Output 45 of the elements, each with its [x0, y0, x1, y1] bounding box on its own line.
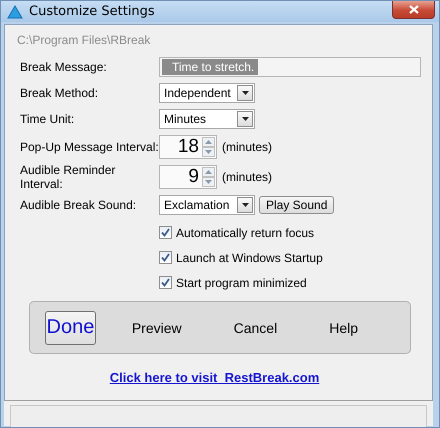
dropdown-button[interactable]: [237, 197, 253, 213]
up-arrow-icon: [205, 140, 212, 144]
close-icon: [408, 5, 418, 14]
window-title: Customize Settings: [29, 4, 155, 19]
spin-down-button[interactable]: [202, 177, 215, 187]
field-label: Audible Reminder Interval:: [19, 163, 116, 191]
checkbox-label: Launch at Windows Startup: [176, 250, 323, 264]
text-button[interactable]: Cancel: [234, 320, 278, 336]
done-button[interactable]: Done: [45, 310, 96, 344]
field-value: Time to stretch.: [162, 59, 258, 75]
dropdown-button[interactable]: [237, 111, 253, 127]
field-label: Audible Break Sound:: [19, 198, 138, 212]
field-label: Pop-Up Message Interval:: [19, 140, 159, 154]
down-arrow-icon: [205, 180, 212, 184]
dropdown[interactable]: Exclamation: [159, 195, 255, 215]
dropdown[interactable]: Independent: [159, 83, 255, 103]
unit-label: (minutes): [222, 140, 272, 154]
unit-label: (minutes): [222, 170, 272, 184]
up-arrow-icon: [205, 170, 212, 174]
spin-up-button[interactable]: [202, 167, 215, 177]
field-label: Time Unit:: [19, 112, 76, 126]
website-link[interactable]: Click here to visit RestBreak.com: [110, 370, 320, 385]
number-field[interactable]: 18: [159, 135, 217, 159]
caret-icon: [242, 117, 248, 121]
text-button[interactable]: Help: [329, 320, 358, 336]
spin-up-button[interactable]: [202, 137, 215, 147]
checkbox-label: Start program minimized: [176, 276, 307, 290]
dropdown-button[interactable]: [237, 85, 253, 101]
path-text: C:\Program Files\RBreak: [17, 33, 152, 49]
field-label: Break Method:: [19, 86, 100, 100]
triangle-icon: [7, 4, 23, 18]
caret-icon: [242, 203, 248, 207]
checkbox[interactable]: [159, 226, 172, 239]
dropdown[interactable]: Minutes: [159, 109, 255, 129]
text-button[interactable]: Preview: [132, 320, 182, 336]
field-label: Break Message:: [19, 60, 108, 74]
play-sound-button[interactable]: Play Sound: [259, 196, 334, 214]
down-arrow-icon: [205, 150, 212, 154]
checkbox[interactable]: [159, 276, 172, 289]
spin-down-button[interactable]: [202, 147, 215, 157]
close-button[interactable]: [392, 1, 435, 19]
checkbox[interactable]: [159, 251, 172, 264]
caret-icon: [242, 91, 248, 95]
number-field[interactable]: 9: [159, 165, 217, 189]
checkbox-label: Automatically return focus: [176, 226, 314, 240]
